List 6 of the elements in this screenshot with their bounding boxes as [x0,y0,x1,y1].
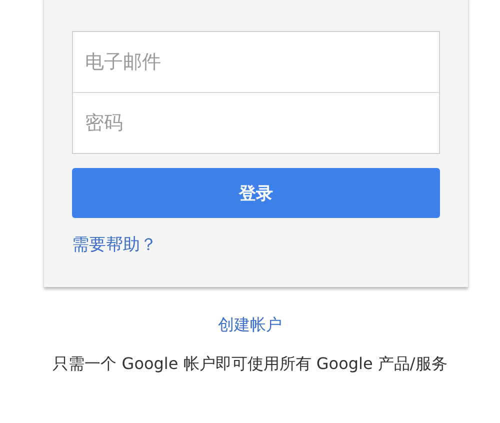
sign-in-button[interactable]: 登录 [72,168,440,218]
tagline: 只需一个 Google 帐户即可使用所有 Google 产品/服务 [52,353,448,375]
email-field[interactable]: 电子邮件 [72,31,440,93]
password-field[interactable]: 密码 [72,93,440,154]
create-account-link[interactable]: 创建帐户 [218,314,282,336]
help-link[interactable]: 需要帮助？ [72,234,157,256]
